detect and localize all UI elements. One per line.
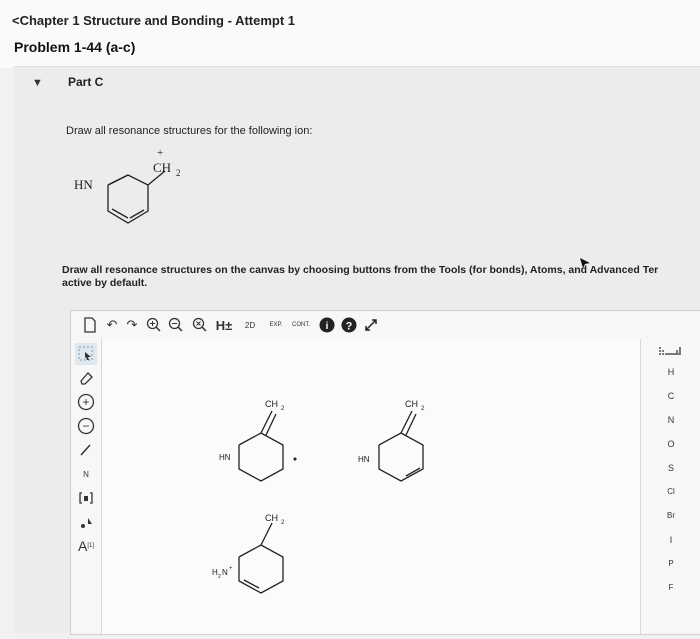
undo-icon[interactable]: ↶ [103, 315, 121, 335]
atom-o-button[interactable]: O [641, 439, 700, 449]
zoom-in-icon[interactable] [145, 315, 163, 335]
fullscreen-icon[interactable] [361, 315, 381, 335]
hydrogen-toggle-button[interactable]: H± [213, 315, 235, 335]
atom-n-button[interactable]: N [641, 415, 700, 425]
s3-ch2-sub: 2 [281, 520, 285, 526]
plus-label: + [82, 395, 89, 409]
new-document-icon[interactable] [81, 315, 99, 335]
structures-canvas[interactable]: CH 2 HN CH 2 HN CH 2 H 2 N + [102, 339, 640, 634]
part-c-section: ▼ Part C Draw all resonance structures f… [14, 66, 700, 635]
atom-c-button[interactable]: C [641, 391, 700, 401]
positive-charge-button[interactable]: + [75, 391, 97, 413]
ion-structure: HN + CH 2 [74, 147, 181, 224]
atom-h-button[interactable]: H [641, 367, 700, 377]
info-label: i [326, 321, 329, 332]
resonance-structure-1[interactable] [238, 410, 297, 482]
help-button[interactable]: ? [339, 315, 359, 335]
s3-nsub-label: 2 [218, 574, 221, 580]
contract-button[interactable]: CONT. [289, 315, 313, 335]
periodic-table-icon[interactable] [641, 345, 700, 359]
instructions: Draw all resonance structures on the can… [62, 264, 700, 290]
single-bond-icon[interactable] [75, 439, 97, 461]
redo-icon[interactable]: ↷ [123, 315, 141, 335]
ion-charge: + [157, 147, 163, 159]
drawing-canvas-frame: ↶ ↷ H± 2D EXP. CONT. i ? + − N A [1] CH … [70, 310, 700, 635]
lone-pair-icon[interactable] [75, 511, 97, 533]
s2-hn-label: HN [358, 455, 370, 464]
atoms-panel: H C N O S Cl Br I P F [640, 339, 700, 634]
instructions-line-2: active by default. [62, 277, 148, 289]
atom-f-button[interactable]: F [641, 583, 700, 592]
resonance-structure-2[interactable] [378, 410, 424, 482]
s3-charge: + [229, 566, 233, 572]
breadcrumb-link[interactable]: <Chapter 1 Structure and Bonding - Attem… [12, 13, 295, 28]
mouse-cursor-icon [580, 258, 590, 268]
select-tool-icon[interactable] [75, 343, 97, 365]
s3-ch2-label: CH [265, 513, 278, 523]
zoom-out-icon[interactable] [167, 315, 185, 335]
atom-br-button[interactable]: Br [641, 511, 700, 520]
info-button[interactable]: i [317, 315, 337, 335]
clean-icon[interactable] [191, 315, 209, 335]
2d-button[interactable]: 2D [239, 315, 261, 335]
atom-i-button[interactable]: I [641, 535, 700, 545]
drawing-area[interactable]: CH 2 HN CH 2 HN CH 2 H 2 N + [102, 339, 640, 634]
atom-cl-button[interactable]: Cl [641, 487, 700, 496]
instructions-line-1: Draw all resonance structures on the can… [62, 264, 659, 276]
ion-hn-label: HN [74, 177, 93, 192]
atom-p-button[interactable]: P [641, 559, 700, 568]
top-toolbar: ↶ ↷ H± 2D EXP. CONT. i ? [71, 311, 411, 339]
triangle-down-icon[interactable]: ▼ [32, 77, 43, 89]
question-prompt: Draw all resonance structures for the fo… [66, 125, 313, 137]
text-tool-a[interactable]: A [1] [75, 535, 97, 557]
n-label-tool[interactable]: N [75, 463, 97, 485]
ion-ch2-label: CH [153, 160, 171, 175]
minus-label: − [82, 419, 89, 433]
eraser-icon[interactable] [75, 367, 97, 389]
part-label[interactable]: Part C [68, 75, 103, 89]
expand-button[interactable]: EXP. [265, 315, 287, 335]
s2-ch2-label: CH [405, 399, 418, 409]
problem-title: Problem 1-44 (a-c) [14, 39, 136, 55]
a-sup-label: [1] [87, 543, 94, 549]
s2-ch2-sub: 2 [421, 406, 425, 412]
ion-ch2-sub: 2 [176, 168, 181, 178]
a-label: A [77, 538, 88, 554]
atom-s-button[interactable]: S [641, 463, 700, 473]
s1-ch2-sub: 2 [281, 406, 285, 412]
page-header: <Chapter 1 Structure and Bonding - Attem… [0, 0, 700, 68]
help-label: ? [346, 321, 353, 333]
bracket-tool-icon[interactable] [75, 487, 97, 509]
negative-charge-button[interactable]: − [75, 415, 97, 437]
s1-ch2-label: CH [265, 399, 278, 409]
s3-n-label: N [222, 568, 228, 577]
left-toolbar: + − N A [1] [71, 339, 102, 634]
resonance-structure-3[interactable] [238, 522, 284, 594]
s1-hn-label: HN [219, 453, 231, 462]
